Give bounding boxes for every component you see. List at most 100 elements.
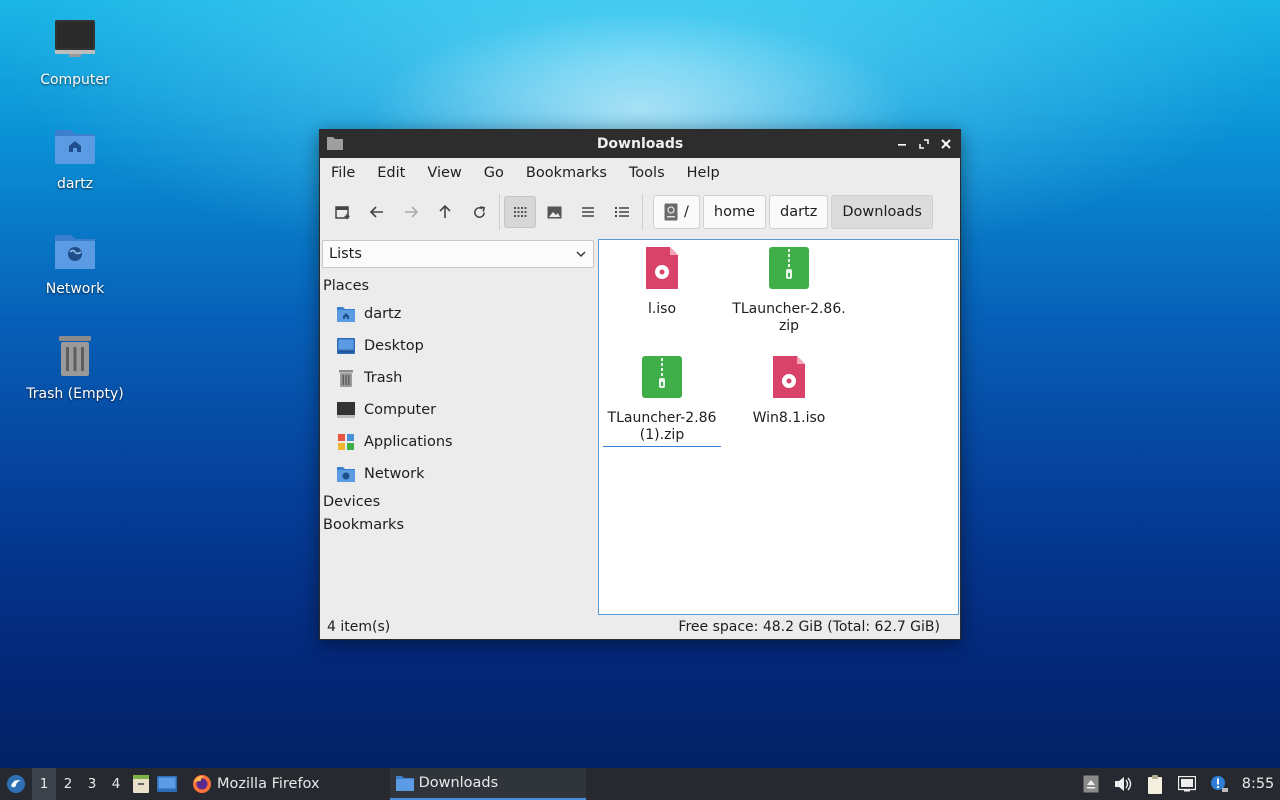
sidebar-mode-select[interactable]: Lists	[322, 240, 594, 268]
file-item[interactable]: TLauncher-2.86.zip	[726, 247, 852, 335]
item-count: 4 item(s)	[327, 619, 391, 635]
minimize-icon	[898, 144, 906, 146]
detailed-view-button[interactable]	[606, 196, 638, 228]
file-item[interactable]: TLauncher-2.86(1).zip	[599, 356, 725, 447]
path-dartz-button[interactable]: dartz	[769, 195, 829, 229]
new-tab-icon	[335, 206, 350, 219]
sidebar-item-dartz[interactable]: dartz	[337, 300, 401, 328]
sidebar-item-label: dartz	[364, 306, 402, 322]
forward-button[interactable]	[395, 196, 427, 228]
task-firefox[interactable]: Mozilla Firefox	[186, 768, 326, 800]
back-button[interactable]	[361, 196, 393, 228]
sidebar-item-network[interactable]: Network	[337, 460, 425, 488]
window-title: Downloads	[596, 136, 684, 152]
workspace-3-button[interactable]: 3	[80, 768, 104, 800]
menu-file[interactable]: File	[324, 158, 362, 188]
compact-view-button[interactable]	[572, 196, 604, 228]
volume-button[interactable]	[1108, 768, 1138, 800]
window-titlebar[interactable]: Downloads	[320, 130, 960, 158]
sidebar-item-label: Network	[364, 466, 425, 482]
thumbnail-view-button[interactable]	[538, 196, 570, 228]
file-manager-launcher[interactable]	[128, 768, 154, 800]
sidebar-item-label: Trash	[364, 370, 403, 386]
iso-file-icon	[646, 247, 678, 289]
sidebar-item-computer[interactable]: Computer	[337, 396, 436, 424]
path-home-button[interactable]: home	[702, 195, 766, 229]
volume-icon	[1115, 777, 1132, 791]
menu-go[interactable]: Go	[477, 158, 511, 188]
clipboard-button[interactable]	[1140, 768, 1170, 800]
folder-icon	[395, 776, 414, 791]
clock[interactable]: 8:55	[1236, 776, 1280, 792]
start-menu-button[interactable]	[0, 768, 32, 800]
menu-tools[interactable]: Tools	[622, 158, 672, 188]
desktop-icon-home[interactable]: dartz	[20, 122, 130, 192]
desktop-icon-network[interactable]: Network	[20, 227, 130, 297]
file-name: Win8.1.iso	[752, 410, 826, 426]
toolbar-separator	[642, 194, 643, 230]
devices-heading[interactable]: Devices	[323, 494, 380, 510]
desktop-icon-trash[interactable]: Trash (Empty)	[20, 332, 130, 402]
notification-button[interactable]	[1204, 768, 1234, 800]
toolbar: / home dartz Downloads	[320, 188, 960, 236]
close-button[interactable]	[936, 134, 956, 154]
task-label: Downloads	[418, 775, 499, 791]
content-area: Lists Places dartz Desktop Trash Compute…	[320, 238, 960, 616]
lxqt-logo-icon	[7, 775, 25, 793]
menu-help[interactable]: Help	[680, 158, 727, 188]
bookmarks-heading[interactable]: Bookmarks	[323, 517, 404, 533]
list-icon	[582, 207, 594, 217]
desktop-icon-label: Trash (Empty)	[26, 386, 124, 402]
minimize-button[interactable]	[892, 134, 912, 154]
workspace-4-button[interactable]: 4	[104, 768, 128, 800]
network-button[interactable]	[1172, 768, 1202, 800]
maximize-button[interactable]	[914, 134, 934, 154]
path-root-label: /	[684, 204, 689, 220]
eject-button[interactable]	[1076, 768, 1106, 800]
task-label: Mozilla Firefox	[217, 776, 320, 792]
maximize-icon	[919, 139, 929, 149]
desktop-icon	[157, 776, 177, 792]
sidebar: Lists Places dartz Desktop Trash Compute…	[320, 238, 596, 616]
new-tab-button[interactable]	[327, 196, 359, 228]
close-icon	[941, 139, 951, 149]
menu-bookmarks[interactable]: Bookmarks	[519, 158, 614, 188]
sidebar-item-applications[interactable]: Applications	[337, 428, 453, 456]
icon-grid-icon	[514, 207, 527, 217]
reload-button[interactable]	[463, 196, 495, 228]
show-desktop-button[interactable]	[154, 768, 180, 800]
desktop-icon-label: Computer	[40, 72, 110, 88]
drive-icon	[664, 203, 678, 221]
sidebar-item-desktop[interactable]: Desktop	[337, 332, 424, 360]
up-button[interactable]	[429, 196, 461, 228]
firefox-icon	[193, 775, 211, 793]
file-view[interactable]: l.iso TLauncher-2.86.zip TLauncher-2.86(…	[598, 239, 959, 615]
eject-icon	[1083, 775, 1099, 793]
desktop-icon-label: dartz	[56, 176, 94, 192]
workspace-1-button[interactable]: 1	[32, 768, 56, 800]
trash-icon	[339, 370, 353, 387]
workspace-2-button[interactable]: 2	[56, 768, 80, 800]
icon-view-button[interactable]	[504, 196, 536, 228]
menu-view[interactable]: View	[420, 158, 468, 188]
arrow-up-icon	[439, 205, 451, 218]
network-icon	[1178, 776, 1196, 792]
free-space: Free space: 48.2 GiB (Total: 62.7 GiB)	[678, 619, 940, 635]
path-root-button[interactable]: /	[653, 195, 700, 229]
toolbar-separator	[499, 194, 500, 230]
arrow-right-icon	[405, 206, 418, 218]
desktop-icon-computer[interactable]: Computer	[20, 18, 130, 88]
places-heading[interactable]: Places	[323, 278, 369, 294]
task-downloads[interactable]: Downloads	[389, 768, 586, 800]
sidebar-item-trash[interactable]: Trash	[337, 364, 402, 392]
path-downloads-button[interactable]: Downloads	[831, 195, 933, 229]
file-item[interactable]: l.iso	[599, 247, 725, 318]
file-item[interactable]: Win8.1.iso	[726, 356, 852, 427]
file-name: l.iso	[647, 301, 677, 317]
home-folder-icon	[337, 307, 355, 322]
taskbar: 1 2 3 4 Mozilla Firefox Downloads 8:55	[0, 768, 1280, 800]
notification-icon	[1211, 776, 1228, 792]
path-bar: / home dartz Downloads	[653, 195, 933, 229]
menu-edit[interactable]: Edit	[370, 158, 412, 188]
iso-file-icon	[773, 356, 805, 398]
